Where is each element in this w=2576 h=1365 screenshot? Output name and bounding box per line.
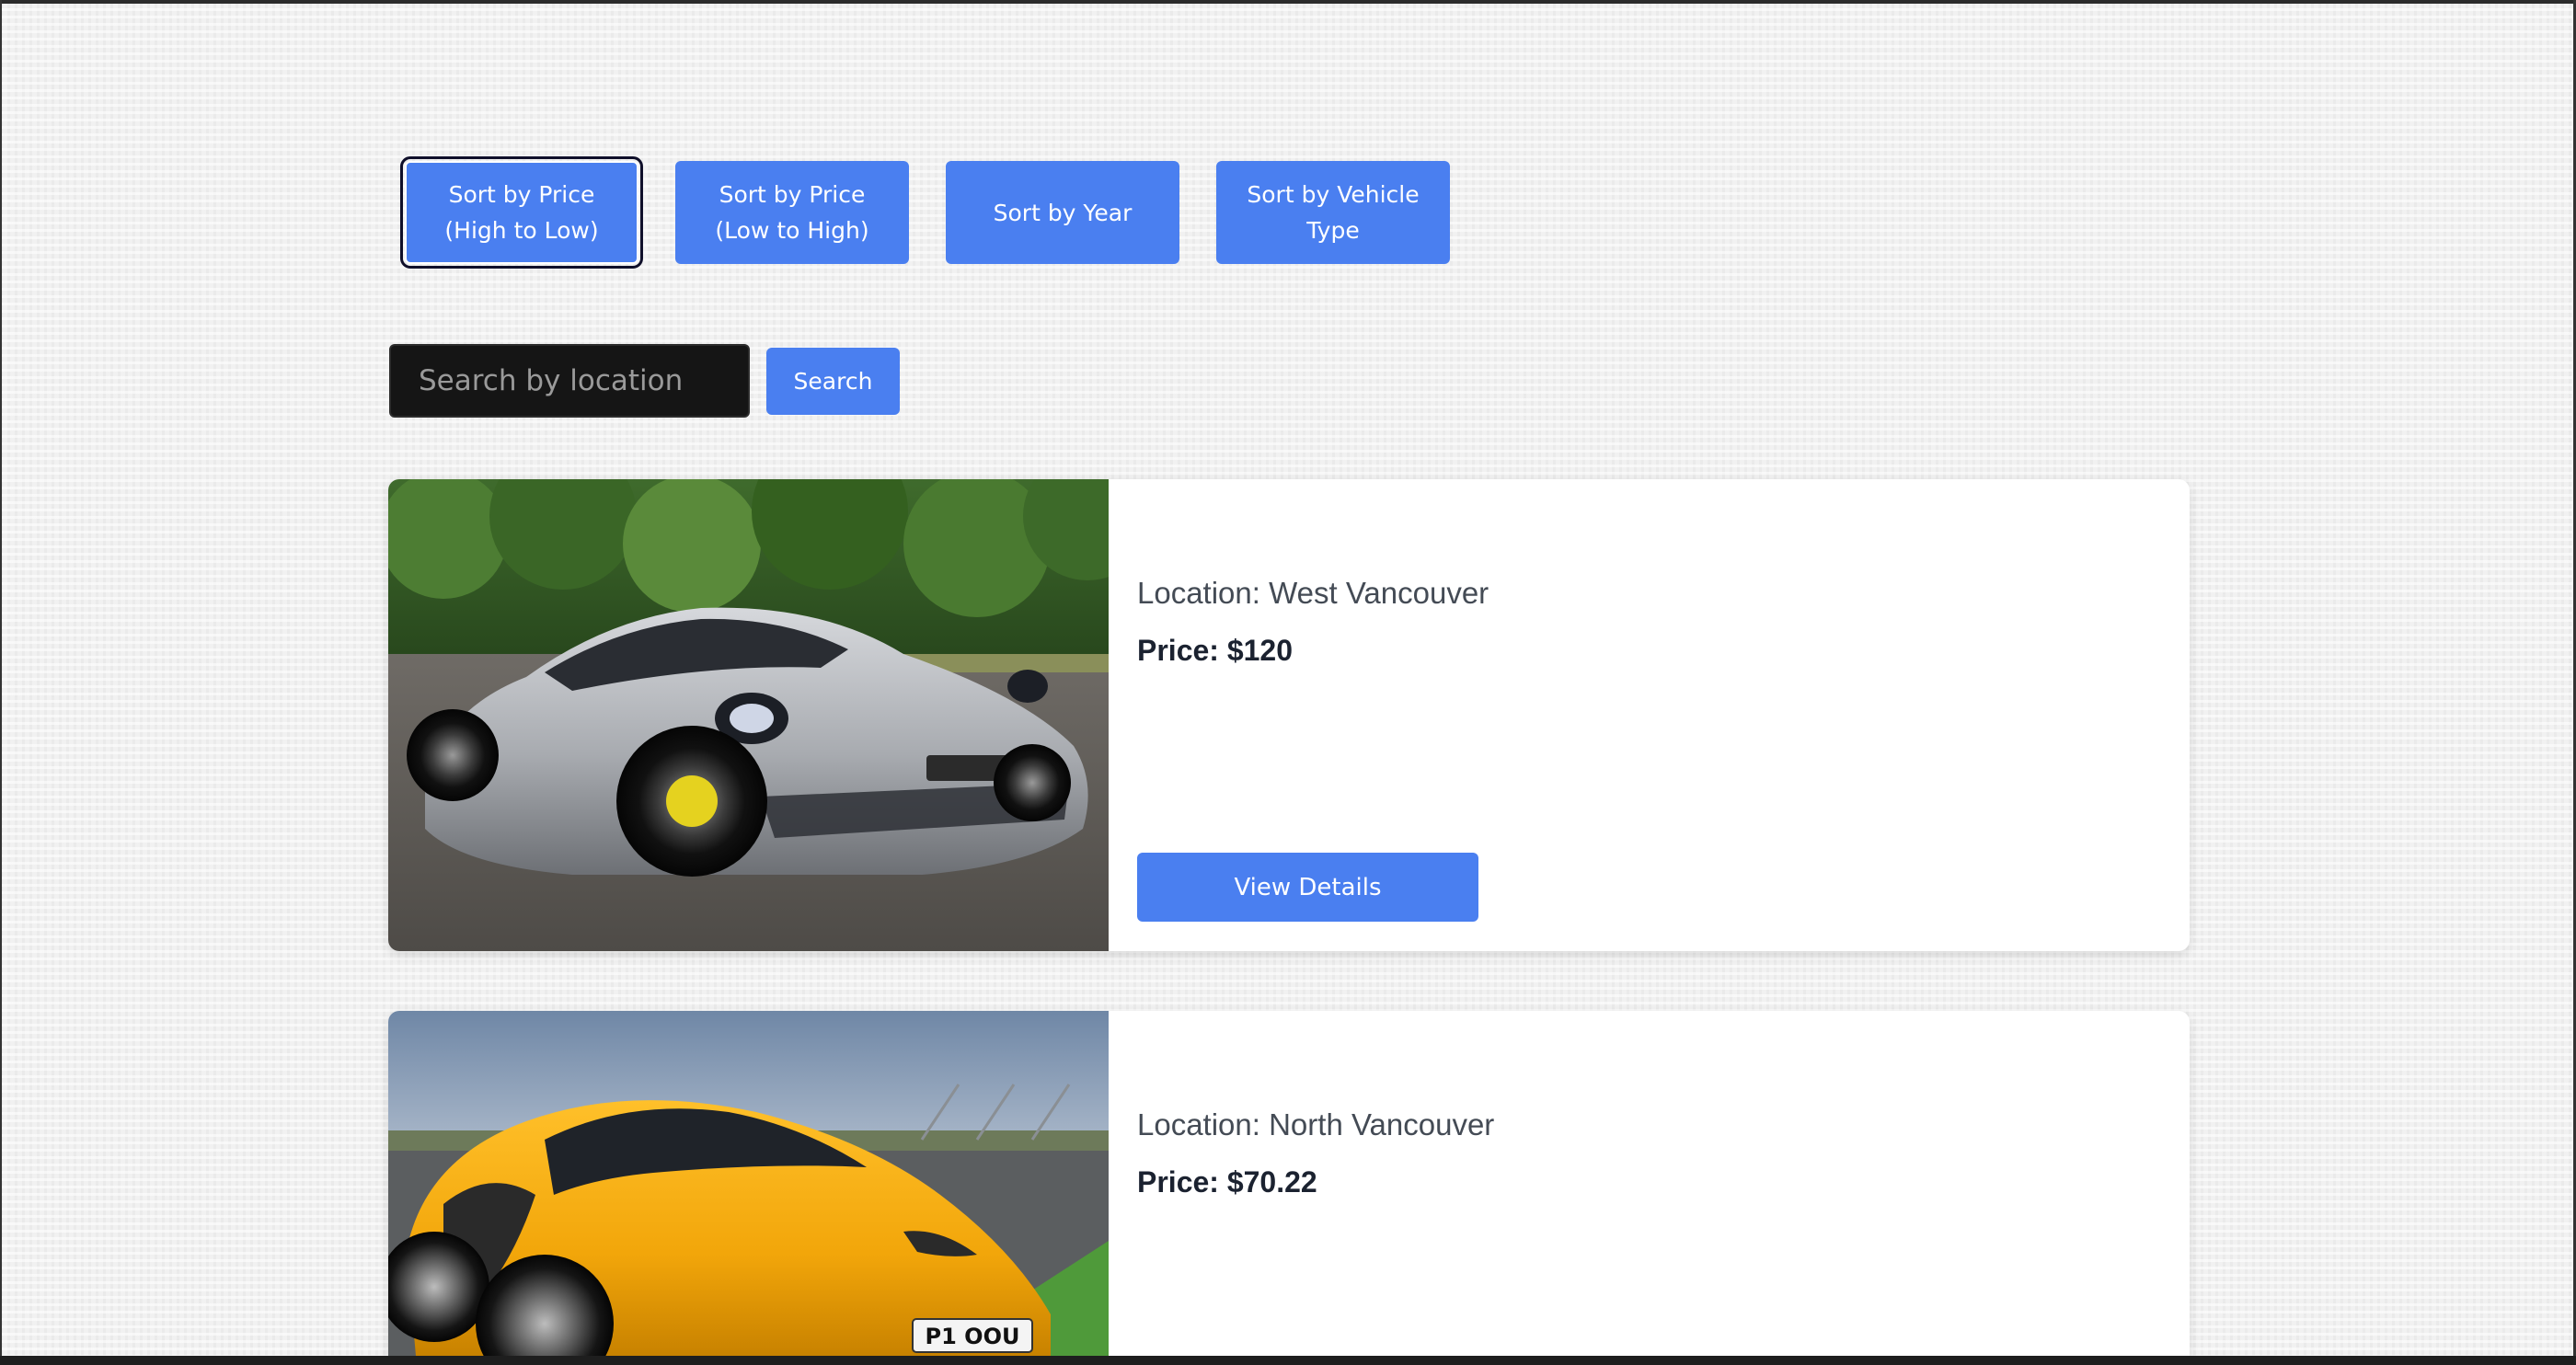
- car-photo-yellow: P1 OOU: [388, 1011, 1109, 1356]
- listing-location: Location: North Vancouver: [1137, 1107, 1495, 1141]
- view-details-button[interactable]: View Details: [1137, 853, 1478, 922]
- sort-toolbar: Sort by Price (High to Low) Sort by Pric…: [400, 156, 1450, 269]
- listing-price: Price: $70.22: [1137, 1165, 1317, 1199]
- sort-price-low-high-button[interactable]: Sort by Price (Low to High): [675, 161, 909, 264]
- car-photo-silver: [388, 479, 1109, 951]
- listing-location: Location: West Vancouver: [1137, 576, 1489, 610]
- listing-info: Location: West Vancouver Price: $120 Vie…: [1109, 479, 2190, 951]
- sort-price-high-low-button[interactable]: Sort by Price (High to Low): [400, 156, 643, 269]
- sort-vehicle-type-button[interactable]: Sort by Vehicle Type: [1216, 161, 1450, 264]
- search-button[interactable]: Search: [766, 347, 900, 415]
- listing-price: Price: $120: [1137, 634, 1294, 667]
- window-bottom-border: [0, 1356, 2576, 1365]
- listing-card: P1 OOU Location: North Vancouver Price: …: [388, 1011, 2190, 1356]
- window-top-border: [0, 0, 2576, 4]
- silver-sports-car-photo: [388, 479, 1109, 951]
- location-search-input[interactable]: [389, 344, 750, 418]
- yellow-supercar-photo: P1 OOU: [388, 1011, 1109, 1356]
- license-plate-text: P1 OOU: [926, 1324, 1020, 1349]
- listing-card: Location: West Vancouver Price: $120 Vie…: [388, 479, 2190, 951]
- listing-info: Location: North Vancouver Price: $70.22: [1109, 1011, 2190, 1356]
- window-left-border: [0, 0, 2, 1365]
- search-bar: Search: [389, 344, 900, 418]
- sort-year-button[interactable]: Sort by Year: [946, 161, 1179, 264]
